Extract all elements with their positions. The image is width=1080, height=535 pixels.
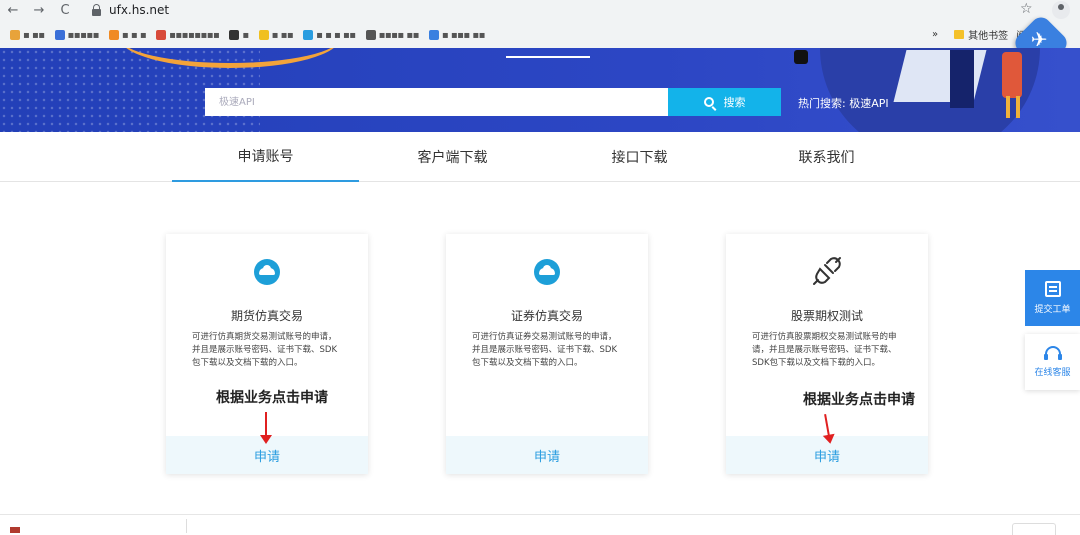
panel-decoration: [950, 50, 974, 108]
browser-chrome: ← → C ufx.hs.net ☆ ▪ ▪▪ ▪▪▪▪▪ ▪ ▪ ▪ ▪▪▪▪…: [0, 0, 1080, 48]
robot-illustration: [794, 50, 808, 64]
bookmarks-more-button[interactable]: »: [932, 29, 938, 40]
annotation-arrow: [260, 412, 272, 444]
submit-ticket-label: 提交工单: [1034, 305, 1071, 315]
online-service-label: 在线客服: [1034, 368, 1071, 378]
account-icon[interactable]: [1052, 1, 1070, 19]
bookmark-item[interactable]: ▪▪▪▪▪▪▪▪: [156, 30, 220, 41]
headset-icon: [1043, 346, 1062, 360]
cloud-icon: [254, 259, 280, 285]
cloud-icon: [534, 259, 560, 285]
bookmark-item[interactable]: ▪ ▪▪▪ ▪▪: [428, 30, 485, 41]
card-description: 可进行仿真股票期权交易测试账号的申请，并且是展示账号密码、证书下载、SDK包下载…: [752, 332, 897, 368]
address-bar: ← → C ufx.hs.net ☆: [0, 0, 1080, 20]
line-decoration: [506, 52, 590, 58]
reload-button[interactable]: C: [52, 3, 78, 18]
document-icon: [1044, 281, 1061, 297]
card-title: 期货仿真交易: [230, 309, 303, 323]
card-description: 可进行仿真证券交易测试账号的申请，并且是展示账号密码、证书下载、SDK包下载以及…: [472, 332, 618, 368]
footer-box: [1012, 523, 1056, 535]
person-illustration: [1002, 52, 1022, 98]
search-button[interactable]: 搜索: [668, 88, 781, 116]
tab-api-download[interactable]: 接口下载: [546, 132, 733, 182]
bookmark-item[interactable]: ▪▪▪▪▪: [54, 30, 99, 41]
tab-contact-us[interactable]: 联系我们: [733, 132, 920, 182]
plug-icon: [813, 257, 841, 285]
person-leg: [1016, 96, 1020, 118]
online-service-button[interactable]: 在线客服: [1025, 334, 1080, 390]
folder-icon: [954, 30, 965, 39]
bookmark-item[interactable]: ▪ ▪▪: [10, 30, 45, 41]
forward-button[interactable]: →: [26, 3, 52, 18]
divider: [186, 519, 187, 533]
bookmark-item[interactable]: ▪: [229, 30, 249, 41]
service-card: 证券仿真交易 可进行仿真证券交易测试账号的申请，并且是展示账号密码、证书下载、S…: [446, 234, 648, 474]
bookmark-item[interactable]: ▪ ▪ ▪ ▪▪: [303, 30, 356, 41]
url-field[interactable]: ufx.hs.net: [92, 2, 169, 18]
card-title: 股票期权测试: [790, 309, 863, 323]
apply-button[interactable]: 申请: [446, 436, 648, 474]
bookmark-item[interactable]: ▪▪▪▪ ▪▪: [365, 30, 419, 41]
person-leg: [1006, 96, 1010, 118]
lock-icon: [92, 3, 101, 16]
footer-strip: [0, 514, 1080, 535]
hero-banner: 搜索 热门搜索: 极速API: [0, 48, 1080, 132]
tab-apply-account[interactable]: 申请账号: [172, 132, 359, 182]
tab-client-download[interactable]: 客户端下载: [359, 132, 546, 182]
submit-ticket-button[interactable]: 提交工单: [1025, 270, 1080, 326]
annotation-text: 根据业务点击申请: [803, 392, 915, 408]
hot-search-link[interactable]: 热门搜索: 极速API: [798, 95, 889, 111]
card-description: 可进行仿真期货交易测试账号的申请，并且是展示账号密码、证书下载、SDK包下载以及…: [192, 332, 338, 368]
logo-icon: [10, 527, 20, 533]
search-button-label: 搜索: [723, 96, 746, 109]
annotation-text: 根据业务点击申请: [216, 390, 328, 406]
main-tabs: 申请账号 客户端下载 接口下载 联系我们: [0, 132, 1080, 182]
url-text: ufx.hs.net: [109, 3, 170, 17]
bookmark-item[interactable]: ▪ ▪▪: [258, 30, 294, 41]
bookmarks-bar: ▪ ▪▪ ▪▪▪▪▪ ▪ ▪ ▪ ▪▪▪▪▪▪▪▪ ▪ ▪ ▪▪ ▪ ▪ ▪ ▪…: [0, 24, 1080, 46]
bookmark-item[interactable]: ▪ ▪ ▪: [108, 30, 147, 41]
back-button[interactable]: ←: [0, 3, 26, 18]
search-icon: [703, 97, 714, 107]
card-title: 证券仿真交易: [510, 309, 583, 323]
other-bookmarks[interactable]: 其他书签: [968, 27, 1008, 42]
search-input[interactable]: [205, 88, 668, 116]
bookmark-star-icon[interactable]: ☆: [1020, 1, 1033, 17]
